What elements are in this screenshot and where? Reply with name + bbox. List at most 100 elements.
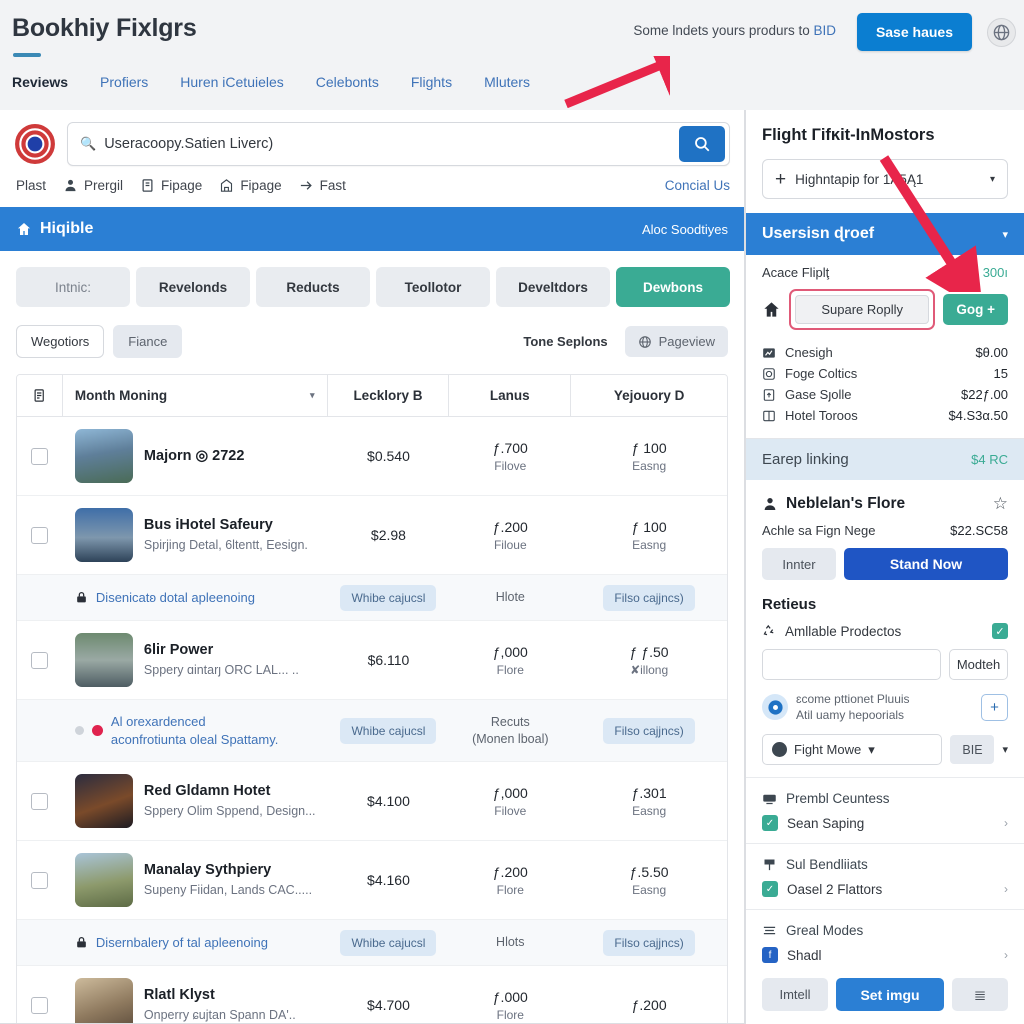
- innter-button[interactable]: Innter: [762, 548, 836, 580]
- search-box[interactable]: 🔍: [67, 122, 730, 166]
- subrow-pill2[interactable]: Filso cajjncs): [603, 717, 695, 744]
- subrow-pill2[interactable]: Filso cajjncs): [603, 929, 695, 956]
- group-header: Greal Modes: [762, 923, 1008, 938]
- list-item-label: Shadl: [787, 947, 822, 963]
- star-icon[interactable]: ☆: [993, 494, 1008, 514]
- sidebar-stats: Cnesigh $θ.00 Foge Coltics 15 Gase Sȷoll…: [746, 330, 1024, 439]
- col-yejouory-d[interactable]: Yejouory D: [571, 375, 727, 416]
- available-products-row[interactable]: Amllable Prodectos ✓: [746, 613, 1024, 639]
- table-row[interactable]: Bus iHotel Safeury Spirjing Detal, 6lten…: [17, 496, 727, 575]
- subrow-link[interactable]: Disenicatʚ dotal apleenoing: [96, 589, 255, 607]
- chip-wegotiors[interactable]: Wegotiors: [16, 325, 105, 358]
- quick-plast[interactable]: Plast: [16, 178, 46, 193]
- list-item[interactable]: f Shadl ›: [762, 947, 1008, 964]
- reviews-section-title: Retieus: [762, 596, 817, 613]
- row-metric2-cell: ƒ.5.50 Easng: [571, 864, 727, 897]
- group-header-label: Greal Modes: [786, 923, 864, 939]
- stat-row: Foge Coltics 15: [762, 363, 1008, 384]
- table-row[interactable]: Red Gldamn Hotet Sppery Olim Sppend, Des…: [17, 762, 727, 841]
- subrow-pill1[interactable]: Whibe cajucsl: [340, 584, 437, 611]
- quick-prergil[interactable]: Prergil: [63, 178, 123, 193]
- stat-row: Cnesigh $θ.00: [762, 342, 1008, 363]
- filter-icon[interactable]: ≣: [952, 978, 1008, 1012]
- row-metric1-sub: Flore: [496, 882, 524, 897]
- seg-intnic[interactable]: Intnic:: [16, 267, 130, 307]
- bie-button[interactable]: BIE: [950, 735, 995, 765]
- col-lanus[interactable]: Lanus: [449, 375, 572, 416]
- row-checkbox[interactable]: [31, 871, 49, 889]
- col-month-moning[interactable]: Month Moning ▾: [63, 375, 328, 416]
- contact-us-link[interactable]: Concial Us: [665, 178, 730, 193]
- subrow-link[interactable]: Disernbalery of tal apleenoing: [96, 934, 268, 952]
- banner-action-link[interactable]: Aloc Soodtiyes: [642, 222, 728, 237]
- table-row[interactable]: Majorn ◎ 2722 $0.540 ƒ.700 Filove ƒ 100 …: [17, 417, 727, 496]
- row-checkbox[interactable]: [31, 447, 49, 465]
- chip-fiance[interactable]: Fiance: [113, 325, 183, 358]
- row-checkbox[interactable]: [31, 651, 49, 669]
- chevron-down-icon[interactable]: ▾: [1002, 743, 1008, 756]
- subrow-pill1[interactable]: Whibe cajucsl: [340, 717, 437, 744]
- row-checkbox[interactable]: [31, 526, 49, 544]
- stat-value: $4.S3α.50: [948, 408, 1008, 423]
- row-metric2-cell: ƒ 100 Easng: [571, 519, 727, 552]
- chevron-down-icon[interactable]: ▾: [1002, 228, 1008, 241]
- seg-teollotor[interactable]: Teollotor: [376, 267, 490, 307]
- modteh-button[interactable]: Modteh: [949, 649, 1008, 680]
- gog-button[interactable]: Gog +: [943, 294, 1008, 325]
- promo-text: Some lndets yours produrs to BID: [633, 23, 836, 38]
- seg-dewbons[interactable]: Dewbons: [616, 267, 730, 307]
- book-open-icon: [763, 410, 775, 421]
- row-metric1-cell: ƒ.200 Flore: [449, 864, 571, 897]
- quick-fast[interactable]: Fast: [299, 178, 346, 193]
- check-icon[interactable]: ✓: [992, 623, 1008, 639]
- tab-huren[interactable]: Huren iCetuieles: [164, 74, 300, 90]
- seg-revelonds[interactable]: Revelonds: [136, 267, 250, 307]
- table-subrow[interactable]: Disenicatʚ dotal apleenoing Whibe cajucs…: [17, 575, 727, 621]
- highnt-select[interactable]: + Highntapip for 1Ą5Ą1 ▾: [762, 159, 1008, 199]
- quick-fipage-b[interactable]: Fipage: [219, 178, 282, 193]
- search-input[interactable]: [96, 136, 679, 152]
- table-subrow[interactable]: Disernbalery of tal apleenoing Whibe caj…: [17, 920, 727, 966]
- fight-mowe-select[interactable]: Fight Mowe ▾: [762, 734, 943, 766]
- row-checkbox[interactable]: [31, 792, 49, 810]
- list-item[interactable]: ✓ Oasel 2 Flattors ›: [762, 881, 1008, 898]
- col-lecklory-b[interactable]: Lecklory B: [328, 375, 450, 416]
- stand-now-button[interactable]: Stand Now: [844, 548, 1008, 580]
- row-price-cell: $4.100: [328, 793, 450, 809]
- review-input[interactable]: [762, 649, 941, 680]
- save-rates-button[interactable]: Sase haues: [856, 13, 972, 51]
- table-row[interactable]: Manalay Sythpiery Supeny Fiidan, Lands C…: [17, 841, 727, 920]
- search-submit-button[interactable]: [679, 126, 725, 162]
- imtell-button[interactable]: Imtell: [762, 978, 828, 1012]
- table-subrow[interactable]: Al orexardenced aconfrotiunta oleal Spat…: [17, 700, 727, 762]
- set-imgu-button[interactable]: Set imgu: [836, 978, 944, 1012]
- row-checkbox[interactable]: [31, 996, 49, 1014]
- tab-flights[interactable]: Flights: [395, 74, 468, 90]
- add-offer-button[interactable]: +: [981, 693, 1008, 721]
- tab-profiers[interactable]: Profiers: [84, 74, 164, 90]
- seg-reducts[interactable]: Reducts: [256, 267, 370, 307]
- table-row[interactable]: Rlatl Klyst Onperry ɕujtan Spann DA'.. $…: [17, 966, 727, 1023]
- subrow-pill1[interactable]: Whibe cajucsl: [340, 929, 437, 956]
- seg-develtdors[interactable]: Develtdors: [496, 267, 610, 307]
- supare-roplly-button[interactable]: Supare Roplly: [795, 295, 930, 324]
- home-icon: [764, 302, 779, 317]
- row-main-cell: Bus iHotel Safeury Spirjing Detal, 6lten…: [63, 508, 328, 562]
- tab-celebonts[interactable]: Celebonts: [300, 74, 395, 90]
- status-dot-grey-icon: [74, 726, 84, 735]
- tab-reviews[interactable]: Reviews: [0, 74, 84, 90]
- subrow-link[interactable]: Al orexardenced aconfrotiunta oleal Spat…: [111, 713, 283, 748]
- row-checkbox-cell: [17, 526, 63, 544]
- table-row[interactable]: 6lir Power Sppery ɑintarȷ ORC LAL... .. …: [17, 621, 727, 700]
- row-price: $4.700: [367, 997, 410, 1013]
- pageview-button[interactable]: Pageview: [624, 326, 728, 357]
- sidebar-banner[interactable]: Usersisn ɖroef ▾: [746, 213, 1024, 255]
- quick-fipage-a[interactable]: Fipage: [140, 178, 202, 193]
- nav-tabs: Reviews Profiers Huren iCetuieles Celebo…: [0, 74, 760, 110]
- subrow-pill2[interactable]: Filso cajjncs): [603, 584, 695, 611]
- globe-icon[interactable]: [987, 18, 1016, 47]
- list-item[interactable]: ✓ Sean Saping ›: [762, 815, 1008, 832]
- row-subtitle: Spirjing Detal, 6ltentt, Eesign.: [143, 538, 308, 553]
- tab-mluters[interactable]: Mluters: [468, 74, 546, 90]
- chevron-right-icon: ›: [1004, 816, 1008, 831]
